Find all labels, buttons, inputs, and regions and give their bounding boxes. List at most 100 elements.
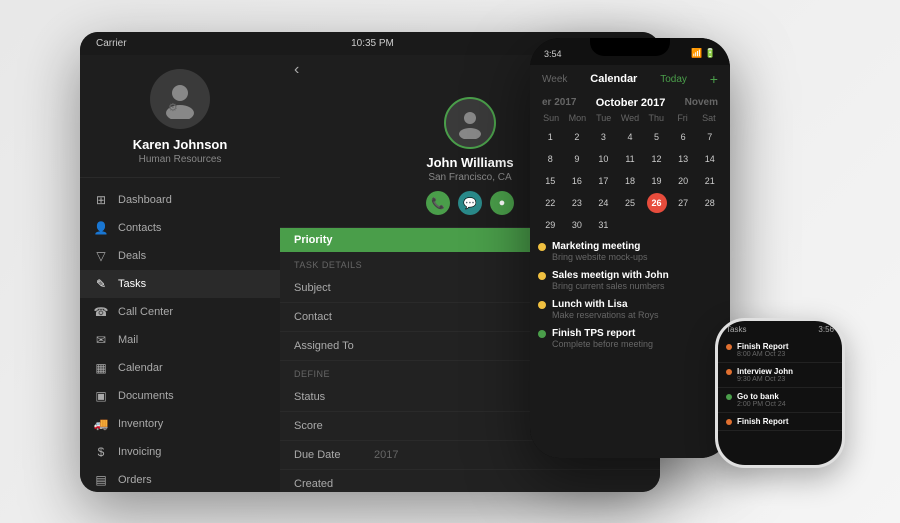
cal-day-30[interactable]: 30 (567, 215, 587, 235)
cal-day-15[interactable]: 15 (540, 171, 560, 191)
calendar-today-button[interactable]: Today (660, 74, 687, 85)
cal-day-19[interactable]: 19 (647, 171, 667, 191)
cal-day-14[interactable]: 14 (700, 149, 720, 169)
invoicing-icon: $ (94, 445, 108, 459)
gear-icon[interactable]: ⚙ (168, 101, 178, 114)
deals-label: Deals (118, 250, 146, 262)
created-row: Created (280, 470, 660, 492)
sidebar-item-dashboard[interactable]: ⊞ Dashboard (80, 186, 280, 214)
event-dot-marketing (538, 243, 546, 251)
prev-month[interactable]: er 2017 (542, 97, 576, 109)
next-month[interactable]: Novem (685, 97, 718, 109)
inventory-label: Inventory (118, 418, 163, 430)
cal-day-26[interactable]: 26 (647, 193, 667, 213)
cal-day-11[interactable]: 11 (620, 149, 640, 169)
contacts-icon: 👤 (94, 221, 108, 235)
event-lunch[interactable]: Lunch with Lisa Make reservations at Roy… (538, 299, 722, 320)
call-center-icon: ☎ (94, 305, 108, 319)
contacts-label: Contacts (118, 222, 161, 234)
sidebar-item-orders[interactable]: ▤ Orders (80, 466, 280, 492)
cal-day-27[interactable]: 27 (673, 193, 693, 213)
message-action-button[interactable]: 💬 (458, 191, 482, 215)
orders-label: Orders (118, 474, 152, 486)
watch-task-name-3: Go to bank (737, 392, 786, 401)
cal-day-4[interactable]: 4 (620, 127, 640, 147)
watch-task-3[interactable]: Go to bank 2:00 PM Oct 24 (718, 388, 842, 413)
watch-task-name-2: Interview John (737, 367, 793, 376)
calendar-label: Calendar (118, 362, 163, 374)
cal-day-6[interactable]: 6 (673, 127, 693, 147)
calendar-week-label[interactable]: Week (542, 74, 567, 85)
event-title-sales: Sales meetign with John (552, 270, 669, 281)
assigned-label: Assigned To (294, 340, 374, 352)
phone-content: Week Calendar Today + er 2017 October 20… (530, 65, 730, 458)
orders-icon: ▤ (94, 473, 108, 487)
cal-day-24[interactable]: 24 (593, 193, 613, 213)
events-list: Marketing meeting Bring website mock-ups… (530, 235, 730, 458)
score-label: Score (294, 420, 374, 432)
tasks-icon: ✎ (94, 277, 108, 291)
cal-day-20[interactable]: 20 (673, 171, 693, 191)
sidebar-item-deals[interactable]: ▽ Deals (80, 242, 280, 270)
sidebar-item-mail[interactable]: ✉ Mail (80, 326, 280, 354)
cal-day-2[interactable]: 2 (567, 127, 587, 147)
phone: 3:54 📶 🔋 Week Calendar Today + er 2017 O… (530, 38, 730, 458)
back-button[interactable]: ‹ (294, 61, 299, 79)
cal-day-16[interactable]: 16 (567, 171, 587, 191)
watch: Tasks 3:56 Finish Report 8:00 AM Oct 23 … (715, 318, 845, 468)
cal-day-22[interactable]: 22 (540, 193, 560, 213)
cal-day-25[interactable]: 25 (620, 193, 640, 213)
cal-day-18[interactable]: 18 (620, 171, 640, 191)
phone-action-button[interactable]: 📞 (426, 191, 450, 215)
event-title-lunch: Lunch with Lisa (552, 299, 659, 310)
call-center-label: Call Center (118, 306, 173, 318)
sidebar-item-contacts[interactable]: 👤 Contacts (80, 214, 280, 242)
phone-time: 3:54 (544, 49, 562, 59)
sidebar-item-inventory[interactable]: 🚚 Inventory (80, 410, 280, 438)
cal-day-23[interactable]: 23 (567, 193, 587, 213)
calendar-days-header: Sun Mon Tue Wed Thu Fri Sat (538, 113, 722, 123)
event-subtitle-lunch: Make reservations at Roys (552, 310, 659, 320)
cal-day-7[interactable]: 7 (700, 127, 720, 147)
sidebar-item-invoicing[interactable]: $ Invoicing (80, 438, 280, 466)
contact-actions: 📞 💬 ● (426, 191, 514, 215)
contact-location: San Francisco, CA (428, 172, 511, 183)
cal-day-17[interactable]: 17 (593, 171, 613, 191)
cal-day-5[interactable]: 5 (647, 127, 667, 147)
watch-task-name-4: Finish Report (737, 417, 789, 426)
calendar-add-button[interactable]: + (710, 71, 718, 87)
watch-time: 3:56 (818, 325, 834, 334)
more-action-button[interactable]: ● (490, 191, 514, 215)
cal-day-21[interactable]: 21 (700, 171, 720, 191)
sidebar-item-tasks[interactable]: ✎ Tasks (80, 270, 280, 298)
cal-day-10[interactable]: 10 (593, 149, 613, 169)
watch-app-label: Tasks (726, 325, 746, 334)
event-marketing[interactable]: Marketing meeting Bring website mock-ups (538, 241, 722, 262)
event-dot-lunch (538, 301, 546, 309)
cal-day-9[interactable]: 9 (567, 149, 587, 169)
cal-day-3[interactable]: 3 (593, 127, 613, 147)
watch-task-2[interactable]: Interview John 9:30 AM Oct 23 (718, 363, 842, 388)
calendar-month: er 2017 October 2017 Novem (530, 93, 730, 113)
contact-label: Contact (294, 311, 374, 323)
cal-day-12[interactable]: 12 (647, 149, 667, 169)
cal-day-8[interactable]: 8 (540, 149, 560, 169)
mail-icon: ✉ (94, 333, 108, 347)
cal-day-13[interactable]: 13 (673, 149, 693, 169)
cal-day-1[interactable]: 1 (540, 127, 560, 147)
sidebar-item-calendar[interactable]: ▦ Calendar (80, 354, 280, 382)
dashboard-icon: ⊞ (94, 193, 108, 207)
cal-day-31[interactable]: 31 (593, 215, 613, 235)
sidebar-item-call-center[interactable]: ☎ Call Center (80, 298, 280, 326)
carrier-label: Carrier (96, 38, 127, 49)
documents-label: Documents (118, 390, 174, 402)
watch-task-4[interactable]: Finish Report (718, 413, 842, 431)
watch-screen: Tasks 3:56 Finish Report 8:00 AM Oct 23 … (718, 321, 842, 465)
watch-task-1[interactable]: Finish Report 8:00 AM Oct 23 (718, 338, 842, 363)
event-tps[interactable]: Finish TPS report Complete before meetin… (538, 328, 722, 349)
sidebar-item-documents[interactable]: ▣ Documents (80, 382, 280, 410)
cal-day-29[interactable]: 29 (540, 215, 560, 235)
cal-day-28[interactable]: 28 (700, 193, 720, 213)
phone-battery: 📶 🔋 (691, 48, 716, 59)
event-sales[interactable]: Sales meetign with John Bring current sa… (538, 270, 722, 291)
